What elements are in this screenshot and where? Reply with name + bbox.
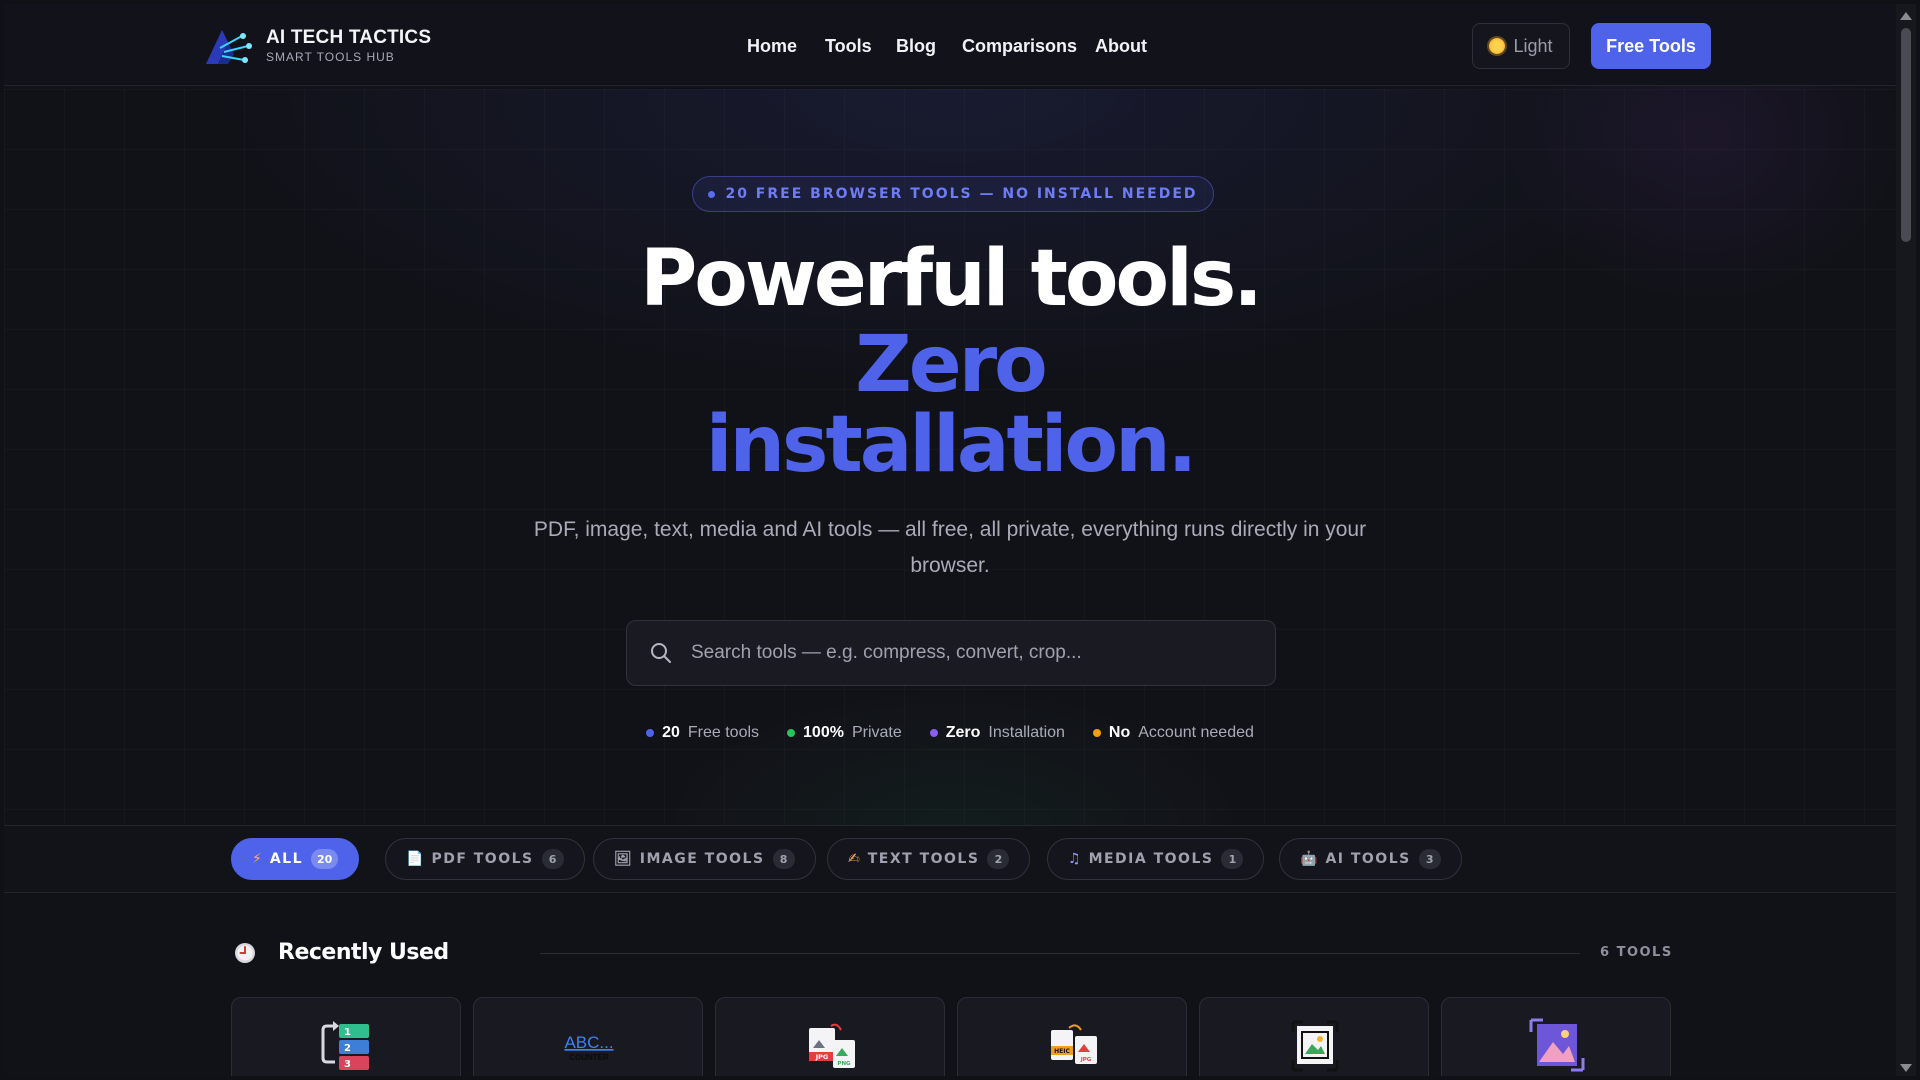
stat-value: 100%	[803, 724, 844, 741]
heic-to-jpg-icon: HEIC JPG	[1051, 1024, 1097, 1064]
theme-toggle-label: Light	[1513, 35, 1553, 56]
jpg-to-png-icon: JPG PNG	[809, 1023, 855, 1068]
stat-dot-icon	[929, 729, 938, 737]
section-divider	[540, 953, 1580, 954]
stat-value: Zero	[945, 724, 981, 741]
stat-value: No	[1108, 724, 1131, 741]
svg-text:2: 2	[344, 1043, 351, 1054]
filter-pdf-tools[interactable]: 📄 PDF TOOLS 6	[385, 838, 585, 880]
lightning-icon: ⚡	[252, 851, 262, 867]
tool-card-heic-to-jpg[interactable]: HEIC JPG	[957, 997, 1187, 1076]
image-icon: 🖼	[614, 851, 632, 867]
theme-toggle-button[interactable]: Light	[1472, 23, 1570, 69]
image-crop-icon	[1291, 1020, 1339, 1072]
tool-card-reorder-pages[interactable]: 1 2 3	[231, 997, 461, 1076]
filter-image-tools[interactable]: 🖼 IMAGE TOOLS 8	[593, 838, 816, 880]
stat-private: 100% Private	[787, 724, 902, 742]
jpg-to-png-icon-text: JPG	[815, 1053, 829, 1061]
sun-icon	[1489, 38, 1506, 54]
scroll-up-arrow-icon[interactable]	[1900, 12, 1912, 20]
heic-to-jpg-icon-text: HEIC	[1054, 1048, 1070, 1055]
site-header: AI TECH TACTICS SMART TOOLS HUB Home Too…	[4, 4, 1896, 86]
tool-card-image-crop[interactable]	[1199, 997, 1429, 1076]
filter-count-badge: 1	[1221, 849, 1244, 869]
stat-account: No Account needed	[1092, 724, 1254, 742]
tool-card-image-resize[interactable]	[1441, 997, 1671, 1076]
filter-text-tools[interactable]: ✍ TEXT TOOLS 2	[827, 838, 1031, 880]
music-note-icon: ♫	[1068, 851, 1081, 867]
filter-media-tools[interactable]: ♫ MEDIA TOOLS 1	[1047, 838, 1265, 880]
hero-title-line-3: installation.	[705, 400, 1198, 490]
word-counter-icon-subtext: COUNTER	[569, 1053, 609, 1062]
stat-value: 20	[662, 724, 680, 741]
svg-text:3: 3	[344, 1059, 351, 1070]
stat-free-tools: 20 Free tools	[646, 724, 759, 742]
stat-dot-icon	[1092, 729, 1101, 737]
nav-about[interactable]: About	[1095, 36, 1147, 57]
nav-home[interactable]: Home	[747, 36, 797, 57]
background-glow-bottom	[654, 684, 1254, 834]
word-counter-icon: ABC... COUNTER	[564, 1033, 613, 1062]
heic-to-jpg-icon-subtext: JPG	[1080, 1057, 1092, 1063]
filter-count-badge: 3	[1418, 849, 1441, 869]
recently-used-title: Recently Used	[278, 940, 449, 965]
filter-count-badge: 6	[541, 849, 564, 869]
stat-label: Account needed	[1138, 724, 1254, 741]
clock-icon	[235, 943, 255, 963]
hero-title-line-1: Powerful tools.	[640, 234, 1263, 324]
filter-label: AI TOOLS	[1325, 851, 1411, 867]
stat-label: Private	[851, 724, 902, 741]
filter-label: ALL	[269, 851, 304, 867]
nav-tools[interactable]: Tools	[825, 36, 872, 57]
page-scrollbar[interactable]	[1896, 4, 1916, 1076]
brand-title[interactable]: AI TECH TACTICS	[266, 27, 431, 49]
tool-card-word-counter[interactable]: ABC... COUNTER	[473, 997, 703, 1076]
reorder-pages-icon: 1 2 3	[321, 1021, 369, 1070]
filter-label: IMAGE TOOLS	[639, 851, 765, 867]
filter-count-badge: 8	[772, 849, 795, 869]
jpg-to-png-icon-subtext: PNG	[837, 1061, 851, 1067]
tool-search-box[interactable]	[626, 620, 1276, 686]
filter-count-badge: 20	[311, 849, 339, 869]
filter-count-badge: 2	[987, 849, 1010, 869]
nav-comparisons[interactable]: Comparisons	[962, 36, 1077, 57]
hero-badge: 20 FREE BROWSER TOOLS — NO INSTALL NEEDE…	[692, 176, 1214, 212]
category-filter-bar: ⚡ ALL 20 📄 PDF TOOLS 6 🖼 IMAGE TOOLS 8 ✍…	[4, 825, 1896, 893]
robot-icon: 🤖	[1300, 851, 1318, 867]
recently-used-count: 6 TOOLS	[1600, 945, 1673, 960]
brand-logo-icon[interactable]	[198, 24, 258, 70]
writing-hand-icon: ✍	[848, 851, 860, 867]
filter-label: PDF TOOLS	[431, 851, 534, 867]
scrollbar-thumb[interactable]	[1901, 28, 1911, 242]
browser-viewport: AI TECH TACTICS SMART TOOLS HUB Home Too…	[4, 4, 1896, 1076]
word-counter-icon-text: ABC...	[564, 1033, 613, 1052]
search-input[interactable]	[691, 642, 1251, 664]
free-tools-button[interactable]: Free Tools	[1591, 23, 1711, 69]
svg-text:1: 1	[344, 1027, 351, 1038]
filter-all[interactable]: ⚡ ALL 20	[231, 838, 360, 880]
badge-dot-icon	[708, 190, 716, 198]
search-icon	[651, 643, 671, 663]
filter-label: MEDIA TOOLS	[1088, 851, 1214, 867]
stat-label: Installation	[988, 724, 1065, 741]
hero-title-line-2: Zero	[855, 320, 1048, 410]
tool-card-jpg-to-png[interactable]: JPG PNG	[715, 997, 945, 1076]
stat-dot-icon	[787, 729, 796, 737]
filter-label: TEXT TOOLS	[867, 851, 980, 867]
document-icon: 📄	[406, 851, 424, 867]
stat-installation: Zero Installation	[929, 724, 1065, 742]
stat-dot-icon	[646, 729, 655, 737]
filter-ai-tools[interactable]: 🤖 AI TOOLS 3	[1279, 838, 1462, 880]
hero-stats: 20 Free tools 100% Private Zero Installa…	[4, 724, 1896, 742]
image-resize-icon	[1529, 1018, 1585, 1072]
hero-badge-text: 20 FREE BROWSER TOOLS — NO INSTALL NEEDE…	[725, 186, 1198, 202]
nav-blog[interactable]: Blog	[896, 36, 936, 57]
scroll-down-arrow-icon[interactable]	[1900, 1064, 1912, 1072]
hero-description: PDF, image, text, media and AI tools — a…	[533, 518, 1367, 577]
stat-label: Free tools	[687, 724, 760, 741]
brand-subtitle: SMART TOOLS HUB	[266, 50, 395, 64]
